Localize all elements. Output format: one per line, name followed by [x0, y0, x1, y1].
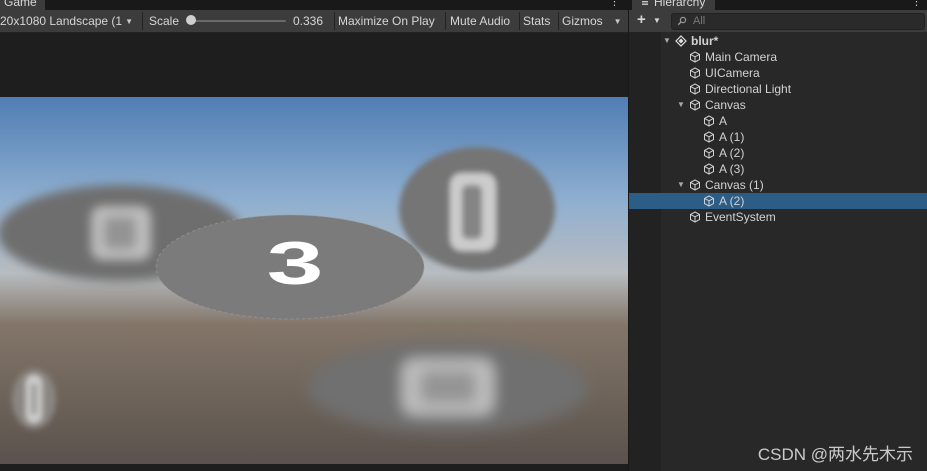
blurred-disk-right — [399, 147, 555, 271]
gameobject-cube-icon — [689, 67, 701, 79]
game-render-image: 3 — [0, 97, 628, 464]
search-placeholder: All — [693, 15, 706, 27]
maximize-on-play-button[interactable]: Maximize On Play — [338, 10, 442, 32]
blurred-disk-small — [12, 369, 56, 429]
create-dropdown-button[interactable]: + ▼ — [635, 11, 663, 31]
gameobject-cube-icon — [689, 99, 701, 111]
hierarchy-item-label: A (2) — [719, 194, 745, 208]
hierarchy-item[interactable]: A (2) — [629, 193, 927, 209]
hierarchy-item-label: Directional Light — [705, 82, 792, 96]
hierarchy-item-label: Main Camera — [705, 50, 778, 64]
hierarchy-item-label: EventSystem — [705, 210, 776, 224]
scale-label: Scale — [149, 14, 180, 28]
center-disk: 3 — [155, 214, 425, 320]
panel-menu-icon[interactable]: ⋮ — [911, 0, 922, 8]
hierarchy-item[interactable]: A (2) — [629, 145, 927, 161]
game-view-area: 3 — [0, 33, 628, 471]
hierarchy-item[interactable]: EventSystem — [629, 209, 927, 225]
scale-value: 0.336 — [293, 14, 324, 28]
gameobject-cube-icon — [689, 211, 701, 223]
hierarchy-item[interactable]: ▼ Canvas (1) — [629, 177, 927, 193]
hierarchy-item[interactable]: ▼ Canvas — [629, 97, 927, 113]
gameobject-cube-icon — [703, 131, 715, 143]
gameobject-cube-icon — [689, 51, 701, 63]
csdn-watermark: CSDN @两水先木示 — [757, 445, 913, 464]
hierarchy-item[interactable]: ▼ blur* — [629, 33, 927, 49]
game-view-panel: Game ⋮ 20x1080 Landscape (1 ▼ Scale 0.336… — [0, 0, 628, 471]
hierarchy-item[interactable]: Directional Light — [629, 81, 927, 97]
hierarchy-toolbar: + ▼ All — [629, 10, 927, 33]
panel-menu-icon[interactable]: ⋮ — [609, 0, 620, 8]
hierarchy-item-label: blur* — [691, 34, 719, 48]
toolbar-divider — [334, 12, 335, 30]
toolbar-divider — [142, 12, 143, 30]
hierarchy-list-icon — [642, 1, 648, 5]
gameobject-cube-icon — [703, 163, 715, 175]
foldout-arrow-icon[interactable]: ▼ — [677, 177, 685, 193]
center-disk-label: 3 — [267, 229, 324, 297]
hierarchy-item[interactable]: UICamera — [629, 65, 927, 81]
gameobject-cube-icon — [689, 179, 701, 191]
stats-button[interactable]: Stats — [523, 10, 557, 32]
gizmos-label: Gizmos — [562, 14, 603, 28]
foldout-arrow-icon[interactable]: ▼ — [663, 33, 671, 49]
hierarchy-item-label: A (1) — [719, 130, 745, 144]
hierarchy-item-label: Canvas (1) — [705, 178, 764, 192]
gameobject-cube-icon — [703, 115, 715, 127]
gizmos-dropdown[interactable]: Gizmos ▼ — [562, 10, 626, 32]
gameobject-cube-icon — [689, 83, 701, 95]
chevron-down-icon: ▼ — [613, 17, 622, 26]
game-toolbar: 20x1080 Landscape (1 ▼ Scale 0.336 Maximi… — [0, 10, 628, 33]
toolbar-divider — [558, 12, 559, 30]
tab-game[interactable]: Game — [0, 0, 45, 10]
hierarchy-tree: ▼ blur* Main Camera UICamera Directional Lig… — [629, 32, 927, 471]
resolution-label: 20x1080 Landscape (1 — [0, 14, 123, 28]
hierarchy-item[interactable]: A — [629, 113, 927, 129]
hierarchy-item-label: Canvas — [705, 98, 746, 112]
chevron-down-icon: ▼ — [653, 16, 661, 25]
hierarchy-item-label: A — [719, 114, 728, 128]
game-render-viewport[interactable]: 3 — [0, 97, 628, 464]
hierarchy-item-label: A (2) — [719, 146, 745, 160]
resolution-dropdown[interactable]: 20x1080 Landscape (1 ▼ — [0, 10, 140, 32]
mute-audio-button[interactable]: Mute Audio — [450, 10, 518, 32]
scale-slider-track[interactable] — [190, 20, 286, 22]
blurred-disk-bottom — [308, 341, 588, 433]
hierarchy-item-label: A (3) — [719, 162, 745, 176]
hierarchy-item[interactable]: Main Camera — [629, 49, 927, 65]
gameobject-cube-icon — [703, 147, 715, 159]
hierarchy-item[interactable]: A (1) — [629, 129, 927, 145]
plus-icon: + — [637, 11, 646, 28]
hierarchy-panel: Hierarchy ⋮ + ▼ All ▼ blur* Main Camera UIC… — [628, 0, 927, 471]
toolbar-divider — [519, 12, 520, 30]
hierarchy-item[interactable]: A (3) — [629, 161, 927, 177]
toolbar-divider — [445, 12, 446, 30]
unity-scene-icon — [675, 35, 687, 47]
game-tab-bar: Game ⋮ — [0, 0, 628, 10]
tab-hierarchy[interactable]: Hierarchy — [632, 0, 716, 10]
hierarchy-tab-bar: Hierarchy ⋮ — [629, 0, 927, 10]
search-icon — [677, 16, 687, 26]
hierarchy-item-label: UICamera — [705, 66, 760, 80]
foldout-arrow-icon[interactable]: ▼ — [677, 97, 685, 113]
scale-slider-thumb[interactable] — [186, 15, 196, 25]
chevron-down-icon: ▼ — [125, 17, 134, 26]
gameobject-cube-icon — [703, 195, 715, 207]
hierarchy-search-input[interactable]: All — [671, 13, 925, 30]
hierarchy-tab-label: Hierarchy — [654, 0, 706, 9]
